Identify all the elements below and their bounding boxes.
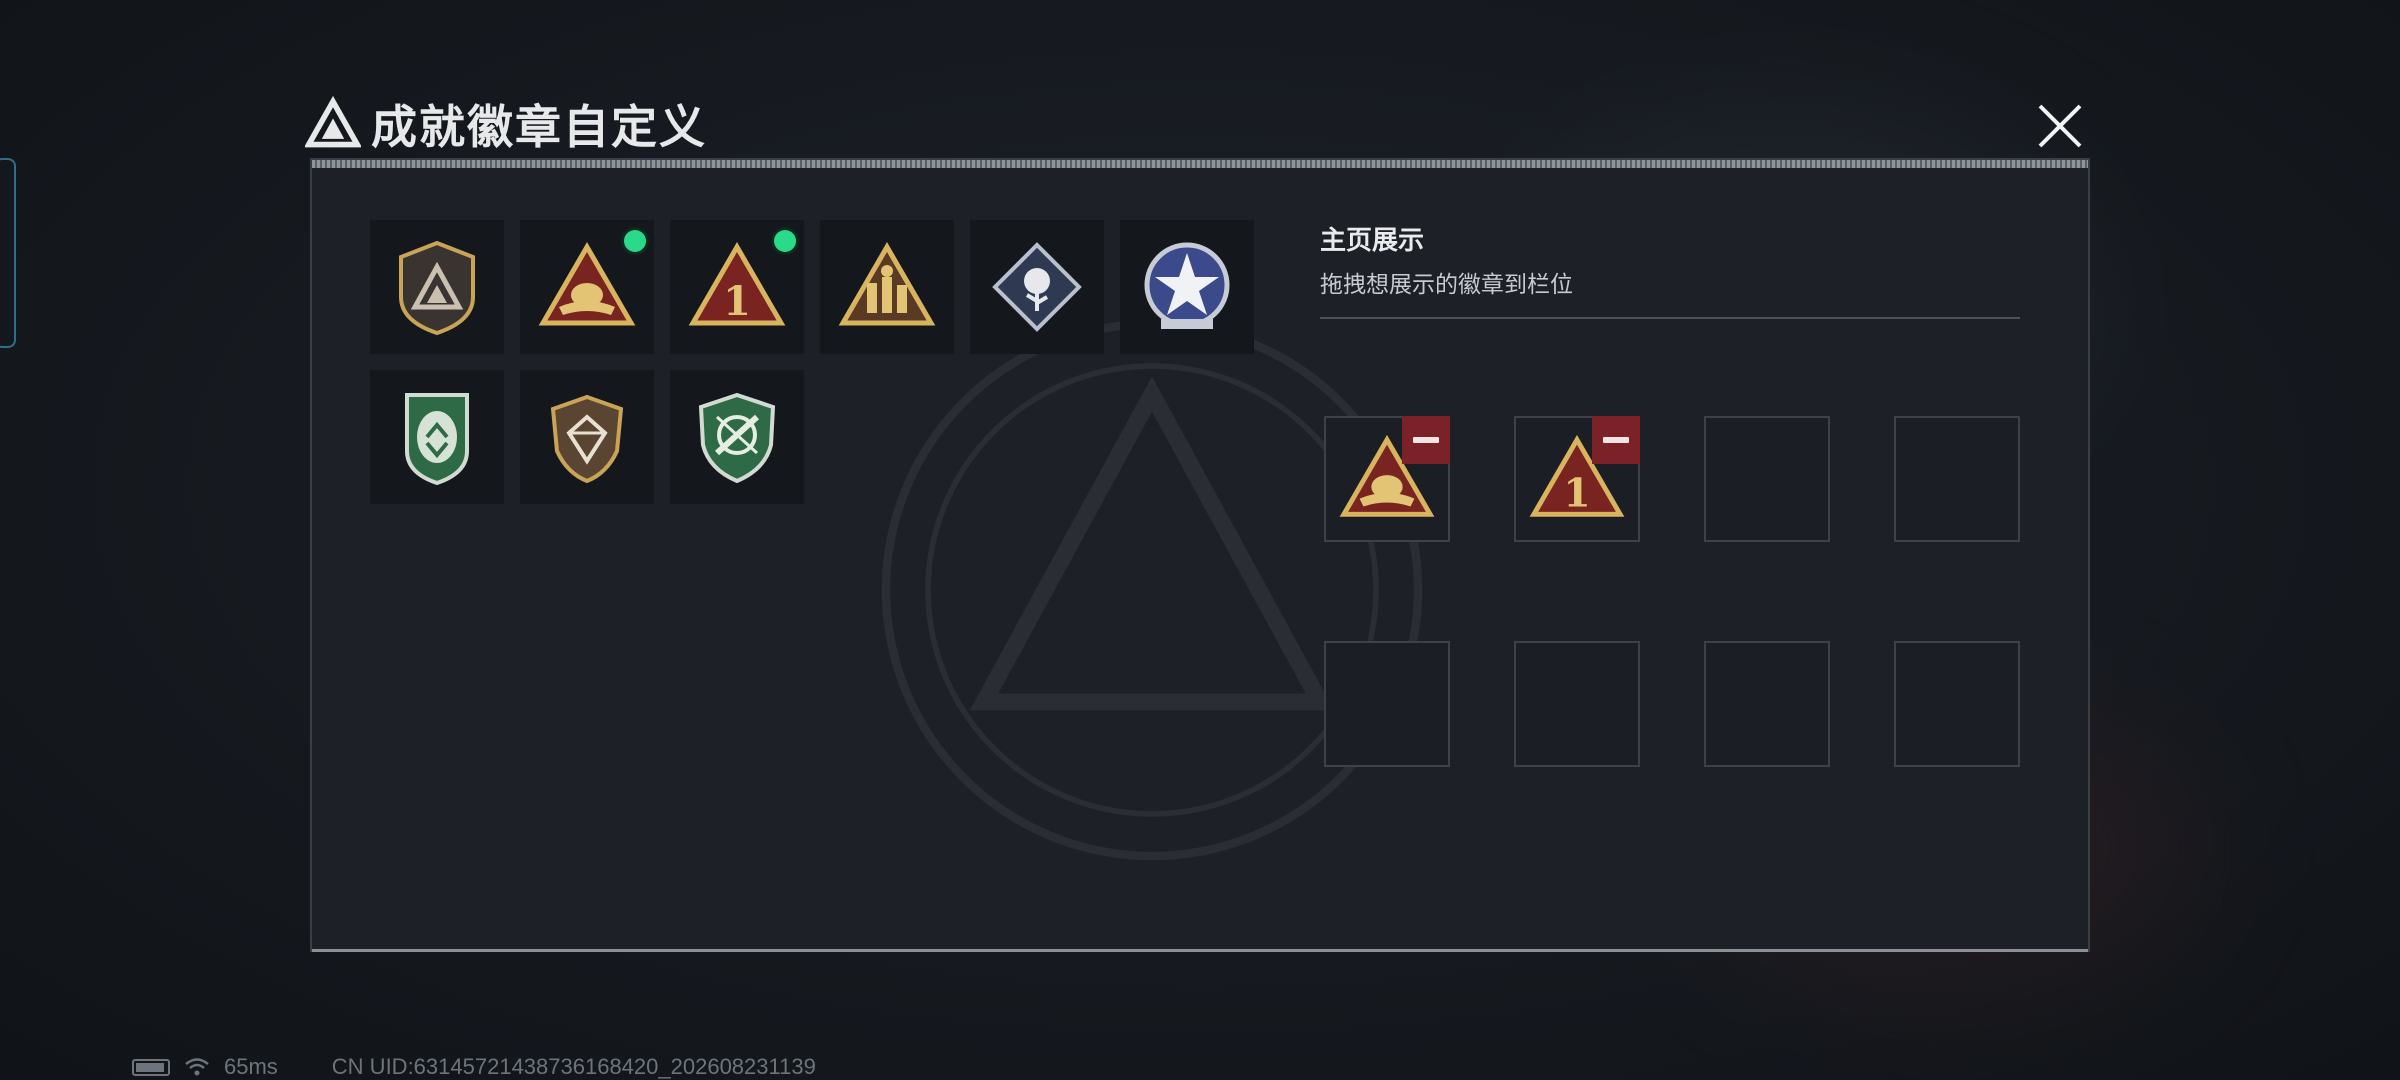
badge-green-crossed[interactable]: [670, 370, 804, 504]
showcase-subtitle: 拖拽想展示的徽章到栏位: [1320, 272, 1573, 298]
uid-text: CN UID:63145721438736168420_202608231139: [331, 1054, 816, 1079]
triangle-shield-icon: [399, 240, 475, 336]
homepage-showcase: 主页展示 拖拽想展示的徽章到栏位 1: [1320, 220, 2020, 767]
number-one-glyph: 1: [1563, 470, 1590, 516]
dialog-header: 成就徽章自定义: [305, 92, 707, 156]
remove-button[interactable]: [1402, 416, 1450, 464]
status-bar: 65ms CN UID:63145721438736168420_2026082…: [132, 1054, 816, 1080]
rose-diamond-icon: [992, 242, 1082, 332]
showcase-slot-7[interactable]: [1704, 641, 1830, 767]
panel-top-border: [312, 160, 2088, 168]
page-title: 成就徽章自定义: [371, 100, 707, 154]
battery-icon: [132, 1058, 170, 1076]
badge-triangle-shield[interactable]: [370, 220, 504, 354]
badge-gold-hands[interactable]: [520, 220, 654, 354]
gold-hands-triangle-icon: [538, 242, 636, 326]
watermark-emblem: [881, 319, 1423, 861]
close-button[interactable]: [2028, 94, 2092, 158]
showcase-slot-4[interactable]: [1894, 416, 2020, 542]
badge-blue-star[interactable]: [1120, 220, 1254, 354]
new-indicator-dot: [774, 230, 796, 252]
panel-bottom-border: [312, 949, 2088, 952]
customize-panel: 1 主页展示 拖拽想展示的徽章到栏位 1: [310, 158, 2090, 952]
badge-rose-diamond[interactable]: [970, 220, 1104, 354]
minus-icon: [1603, 437, 1629, 443]
showcase-slot-2[interactable]: 1: [1514, 416, 1640, 542]
showcase-divider: [1320, 317, 2020, 319]
number-one-triangle-icon: 1: [688, 242, 786, 326]
minus-icon: [1413, 437, 1439, 443]
soldiers-triangle-icon: [838, 242, 936, 326]
close-icon: [2038, 104, 2082, 148]
side-tab-handle[interactable]: [0, 158, 16, 348]
badge-gem[interactable]: [520, 370, 654, 504]
blue-star-roundel-icon: [1144, 242, 1230, 329]
remove-button[interactable]: [1592, 416, 1640, 464]
gem-shield-icon: [550, 394, 624, 484]
badge-number-one[interactable]: 1: [670, 220, 804, 354]
showcase-slot-1[interactable]: [1324, 416, 1450, 542]
green-arrows-shield-icon: [405, 393, 469, 486]
number-one-glyph: 1: [723, 278, 751, 325]
badge-soldiers[interactable]: [820, 220, 954, 354]
showcase-title: 主页展示: [1320, 226, 1425, 256]
showcase-slot-5[interactable]: [1324, 641, 1450, 767]
wifi-icon: [185, 1058, 209, 1076]
green-crossed-shield-icon: [698, 392, 776, 484]
showcase-slot-3[interactable]: [1704, 416, 1830, 542]
ping-readout: 65ms: [224, 1054, 278, 1079]
showcase-slot-6[interactable]: [1514, 641, 1640, 767]
triangle-emblem-icon: [305, 96, 361, 148]
showcase-slot-8[interactable]: [1894, 641, 2020, 767]
badge-green-arrows[interactable]: [370, 370, 504, 504]
new-indicator-dot: [624, 230, 646, 252]
